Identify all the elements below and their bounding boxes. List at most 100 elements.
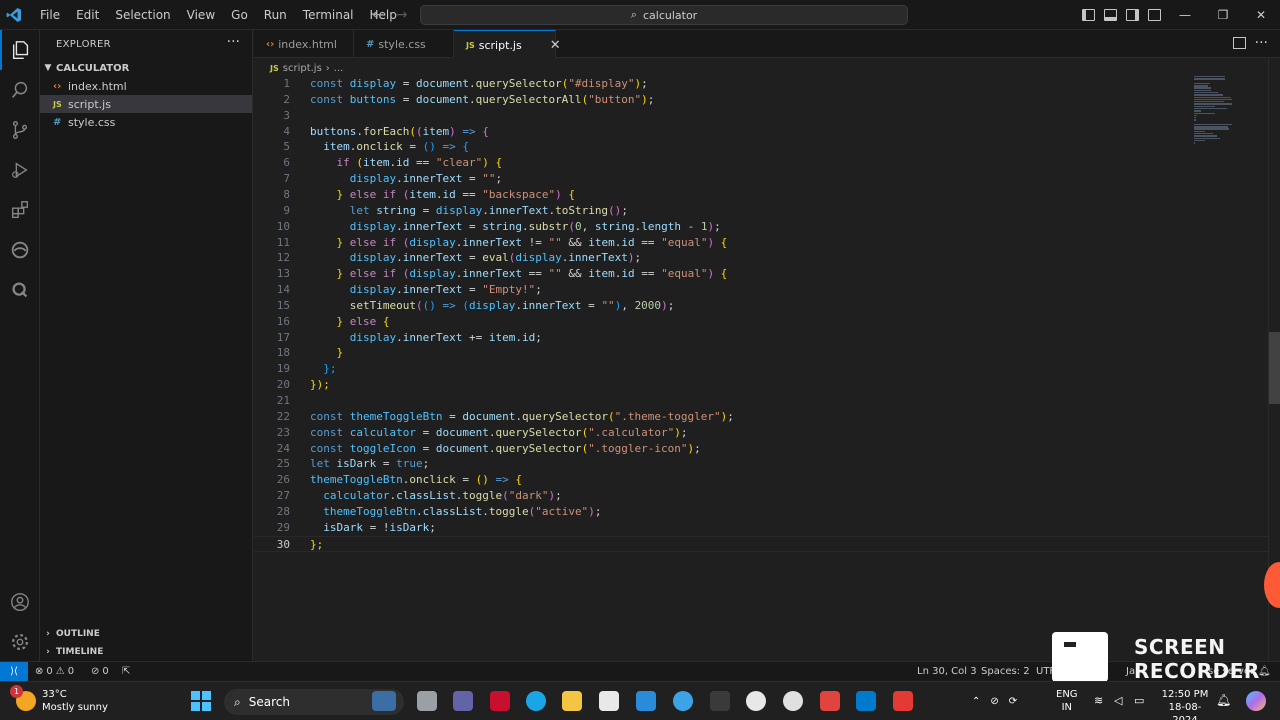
app-s-icon[interactable] <box>710 691 730 711</box>
vscode-taskbar-icon[interactable] <box>856 691 876 711</box>
breadcrumb-file[interactable]: script.js <box>283 63 322 74</box>
outline-section[interactable]: › OUTLINE <box>40 625 252 643</box>
tab-script-js[interactable]: JS script.js ✕ <box>454 30 561 59</box>
live-share-icon[interactable]: ⇱ <box>122 662 130 681</box>
settings-gear-icon[interactable] <box>0 622 40 662</box>
tab-index-html[interactable]: ‹› index.html <box>254 30 354 58</box>
recorder-taskbar-icon[interactable] <box>893 691 913 711</box>
edge-icon[interactable] <box>526 691 546 711</box>
code-line[interactable]: 1 const display = document.querySelector(… <box>254 76 1268 92</box>
split-editor-icon[interactable] <box>1233 37 1246 49</box>
code-line[interactable]: 25 let isDark = true; <box>254 456 1268 472</box>
code-line[interactable]: 15 setTimeout(() => (display.innerText =… <box>254 298 1268 314</box>
menu-go[interactable]: Go <box>223 0 256 30</box>
code-line[interactable]: 17 display.innerText += item.id; <box>254 330 1268 346</box>
wifi-icon[interactable]: ≋ <box>1094 694 1103 707</box>
toggle-secondary-sidebar-icon[interactable] <box>1126 9 1139 21</box>
code-line[interactable]: 14 display.innerText = "Empty!"; <box>254 282 1268 298</box>
scrollbar-thumb[interactable] <box>1269 332 1280 404</box>
account-icon[interactable] <box>0 582 40 622</box>
close-icon[interactable]: ✕ <box>1242 0 1280 30</box>
code-line[interactable]: 2 const buttons = document.querySelectorA… <box>254 92 1268 108</box>
notification-bell-icon[interactable]: 🔔︎ <box>1216 693 1231 707</box>
code-line[interactable]: 22 const themeToggleBtn = document.queryS… <box>254 409 1268 425</box>
code-line[interactable]: 18 } <box>254 345 1268 361</box>
folder-calculator[interactable]: ▼ CALCULATOR <box>40 59 252 77</box>
mail-icon[interactable] <box>636 691 656 711</box>
indentation[interactable]: Spaces: 2 <box>981 662 1030 681</box>
mcafee-icon[interactable] <box>490 691 510 711</box>
menu-run[interactable]: Run <box>256 0 295 30</box>
google-icon[interactable] <box>783 691 803 711</box>
weather-widget[interactable]: 1 33°C Mostly sunny <box>10 685 108 716</box>
code-line[interactable]: 6 if (item.id == "clear") { <box>254 155 1268 171</box>
code-line[interactable]: 12 display.innerText = eval(display.inne… <box>254 250 1268 266</box>
sync-icon[interactable]: ⟳ <box>1009 696 1017 707</box>
code-line[interactable]: 16 } else { <box>254 314 1268 330</box>
code-line[interactable]: 29 isDark = !isDark; <box>254 520 1268 536</box>
minimize-icon[interactable]: — <box>1166 0 1204 30</box>
code-line[interactable]: 9 let string = display.innerText.toStrin… <box>254 203 1268 219</box>
remote-explorer-icon[interactable] <box>0 270 40 310</box>
wps-office-icon[interactable] <box>820 691 840 711</box>
toggle-sidebar-icon[interactable] <box>1082 9 1095 21</box>
code-line[interactable]: 23 const calculator = document.querySelec… <box>254 425 1268 441</box>
code-line[interactable]: 27 calculator.classList.toggle("dark"); <box>254 488 1268 504</box>
back-arrow-icon[interactable]: ← <box>372 7 384 23</box>
chrome-icon[interactable] <box>746 691 766 711</box>
customize-layout-icon[interactable] <box>1148 9 1161 21</box>
code-line[interactable]: 28 themeToggleBtn.classList.toggle("acti… <box>254 504 1268 520</box>
more-actions-icon[interactable]: ··· <box>227 34 240 50</box>
menu-selection[interactable]: Selection <box>107 0 178 30</box>
windows-start-icon[interactable] <box>191 691 211 711</box>
search-icon[interactable] <box>0 70 40 110</box>
code-line[interactable]: 24 const toggleIcon = document.querySelec… <box>254 441 1268 457</box>
network-off-icon[interactable]: ⊘ <box>990 696 998 707</box>
code-line[interactable]: 30}; <box>254 535 1268 552</box>
code-line[interactable]: 26 themeToggleBtn.onclick = () => { <box>254 472 1268 488</box>
edge-devtools-icon[interactable] <box>0 230 40 270</box>
cursor-position[interactable]: Ln 30, Col 3 <box>917 662 977 681</box>
clock[interactable]: 12:50 PM 18-08-2024 <box>1156 688 1214 720</box>
code-line[interactable]: 13 } else if (display.innerText == "" &&… <box>254 266 1268 282</box>
code-line[interactable]: 8 } else if (item.id == "backspace") { <box>254 187 1268 203</box>
volume-icon[interactable]: ◁ <box>1114 694 1122 707</box>
tab-style-css[interactable]: # style.css <box>354 30 454 58</box>
file-script-js[interactable]: JS script.js <box>40 95 252 113</box>
file-index-html[interactable]: ‹› index.html <box>40 77 252 95</box>
battery-icon[interactable]: ▭ <box>1134 694 1144 707</box>
code-line[interactable]: 20}); <box>254 377 1268 393</box>
file-explorer-icon[interactable] <box>562 691 582 711</box>
code-line[interactable]: 7 display.innerText = ""; <box>254 171 1268 187</box>
help-icon[interactable] <box>673 691 693 711</box>
code-line[interactable]: 11 } else if (display.innerText != "" &&… <box>254 235 1268 251</box>
explorer-icon[interactable] <box>0 30 40 70</box>
chevron-up-icon[interactable]: ⌃ <box>972 696 980 707</box>
forward-arrow-icon[interactable]: → <box>396 7 408 23</box>
teams-icon[interactable] <box>453 691 473 711</box>
minimap[interactable] <box>1194 76 1242 144</box>
close-tab-icon[interactable]: ✕ <box>550 38 561 53</box>
command-center-search[interactable]: ⌕ calculator <box>420 5 908 25</box>
ports-indicator[interactable]: ⊘ 0 <box>91 662 109 681</box>
code-line[interactable]: 5 item.onclick = () => { <box>254 139 1268 155</box>
language-indicator[interactable]: ENG IN <box>1056 688 1078 714</box>
code-editor[interactable]: 1 const display = document.querySelector(… <box>254 76 1268 661</box>
copilot-icon[interactable] <box>1246 691 1266 711</box>
code-line[interactable]: 4 buttons.forEach((item) => { <box>254 124 1268 140</box>
file-style-css[interactable]: # style.css <box>40 113 252 131</box>
restore-icon[interactable]: ❐ <box>1204 0 1242 30</box>
store-icon[interactable] <box>599 691 619 711</box>
menu-terminal[interactable]: Terminal <box>295 0 362 30</box>
code-line[interactable]: 10 display.innerText = string.substr(0, … <box>254 219 1268 235</box>
extensions-icon[interactable] <box>0 190 40 230</box>
menu-file[interactable]: File <box>32 0 68 30</box>
code-line[interactable]: 3 <box>254 108 1268 124</box>
run-debug-icon[interactable] <box>0 150 40 190</box>
more-actions-icon[interactable]: ··· <box>1255 35 1268 51</box>
task-view-icon[interactable] <box>417 691 437 711</box>
menu-view[interactable]: View <box>179 0 223 30</box>
menu-edit[interactable]: Edit <box>68 0 107 30</box>
remote-indicator-icon[interactable]: ⟩⟨ <box>0 662 28 681</box>
timeline-section[interactable]: › TIMELINE <box>40 643 252 661</box>
